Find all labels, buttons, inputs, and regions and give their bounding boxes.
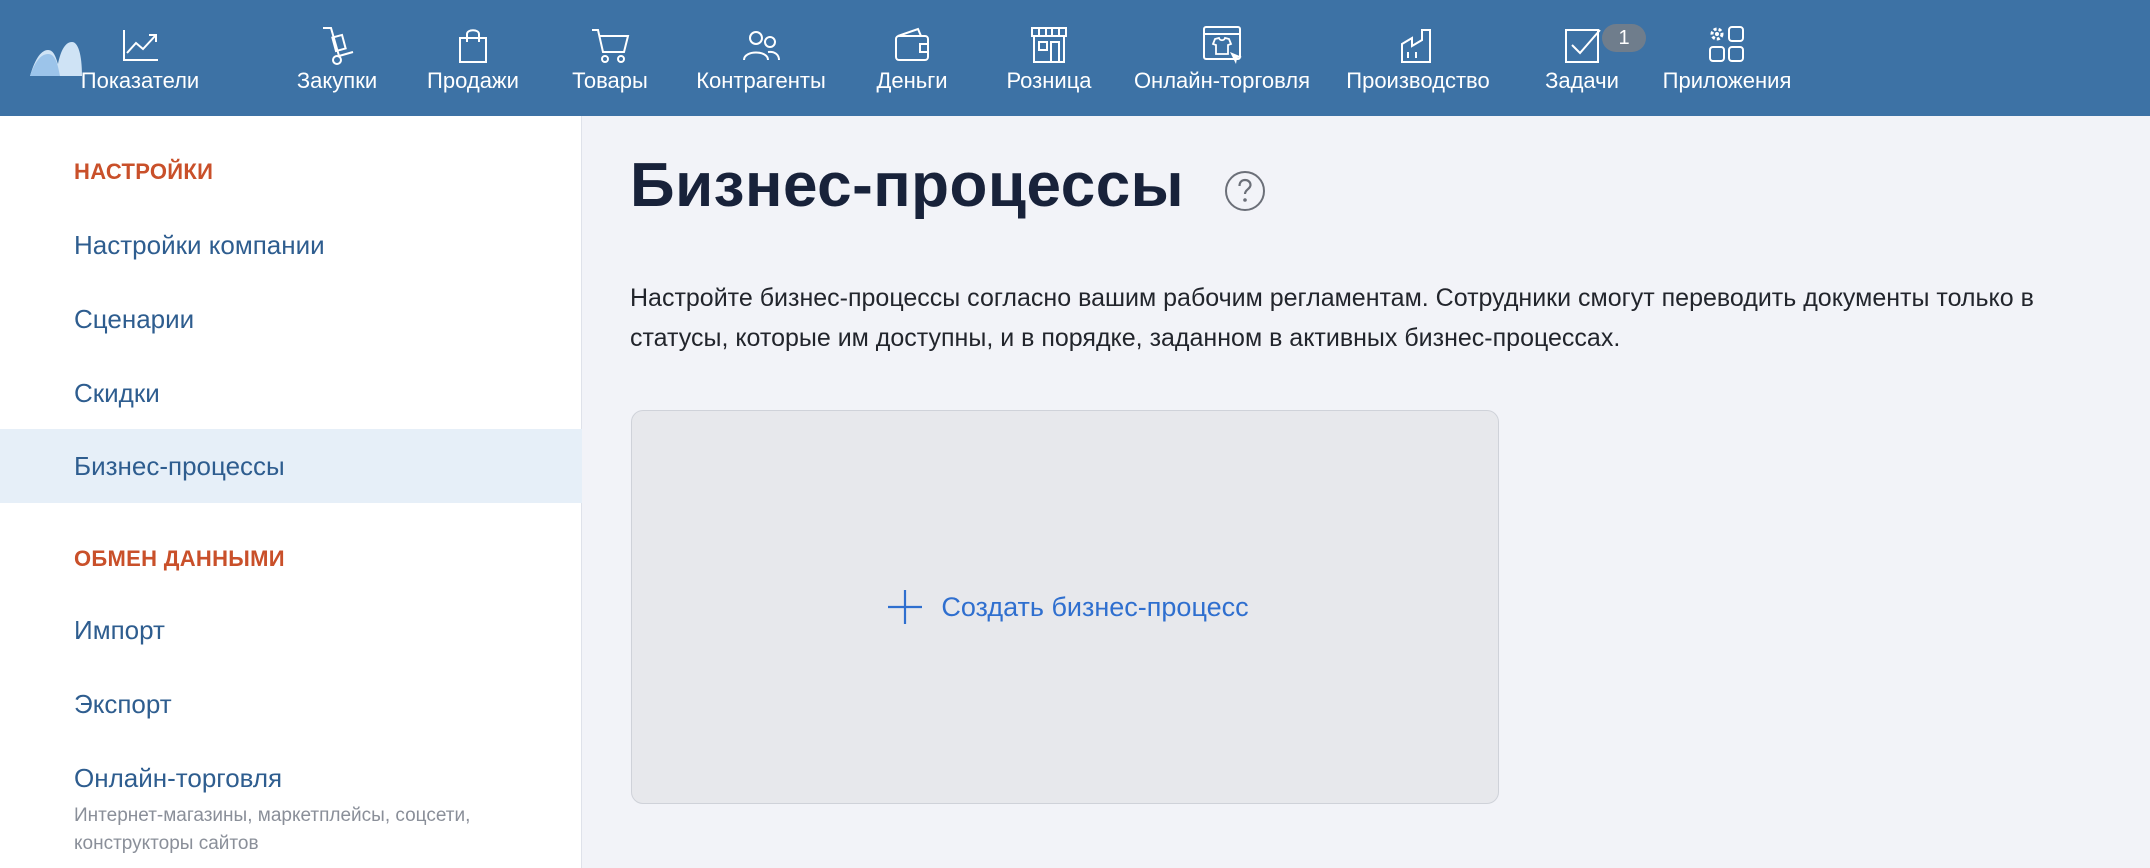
sidebar-item-scenarios[interactable]: Сценарии [0,282,582,356]
wallet-icon [895,27,929,61]
shopping-bag-icon [459,29,487,63]
sidebar-item-discounts[interactable]: Скидки [0,356,582,430]
nav-label: Деньги [876,68,948,93]
store-icon [1031,27,1067,63]
plus-icon [888,590,923,624]
people-icon [743,31,780,61]
nav-label: Товары [572,68,648,93]
online-trade-subtitle: Интернет-магазины, маркетплейсы, соцсети… [74,805,471,854]
nav-label: Приложения [1662,68,1792,93]
nav-label: Задачи [1545,68,1619,93]
nav-label: Контрагенты [696,68,826,93]
section-title-settings: НАСТРОЙКИ [74,159,214,184]
create-business-process-button[interactable]: Создать бизнес-процесс [885,587,1249,627]
tasks-count-badge[interactable]: 1 [1602,24,1646,52]
create-business-process-label: Создать бизнес-процесс [941,591,1249,622]
settings-sidebar: НАСТРОЙКИ Настройки компании Сценарии Ск… [0,116,582,868]
hand-truck-icon [323,27,354,65]
sidebar-item-export[interactable]: Экспорт [0,667,582,741]
apps-grid-icon [1709,26,1744,62]
factory-icon [1401,29,1431,63]
create-business-process-card[interactable]: Создать бизнес-процесс [631,410,1499,804]
nav-label: Продажи [427,68,519,93]
page-description: Настройте бизнес-процессы согласно вашим… [630,284,2034,352]
sidebar-item-company-settings[interactable]: Настройки компании [0,208,582,282]
nav-label: Закупки [296,68,378,93]
nav-label: Производство [1346,68,1490,93]
nav-label: Розница [1006,68,1092,93]
nav-label: Онлайн-торговля [1133,68,1311,93]
help-question-icon[interactable] [1224,170,1266,212]
online-store-icon [1203,26,1242,64]
sidebar-item-import[interactable]: Импорт [0,593,582,667]
section-title-data-exchange: ОБМЕН ДАННЫМИ [74,546,285,571]
top-navigation-bar: Показатели Закупки Продажи Товары Контра… [0,0,2150,116]
nav-label: Показатели [80,68,200,93]
logo-icon[interactable] [28,36,84,80]
page-title: Бизнес-процессы [630,151,1185,220]
checkbox-icon [1565,29,1601,63]
cart-icon [592,29,630,63]
sidebar-item-business-processes[interactable]: Бизнес-процессы [0,429,582,503]
chart-line-icon [123,30,158,61]
